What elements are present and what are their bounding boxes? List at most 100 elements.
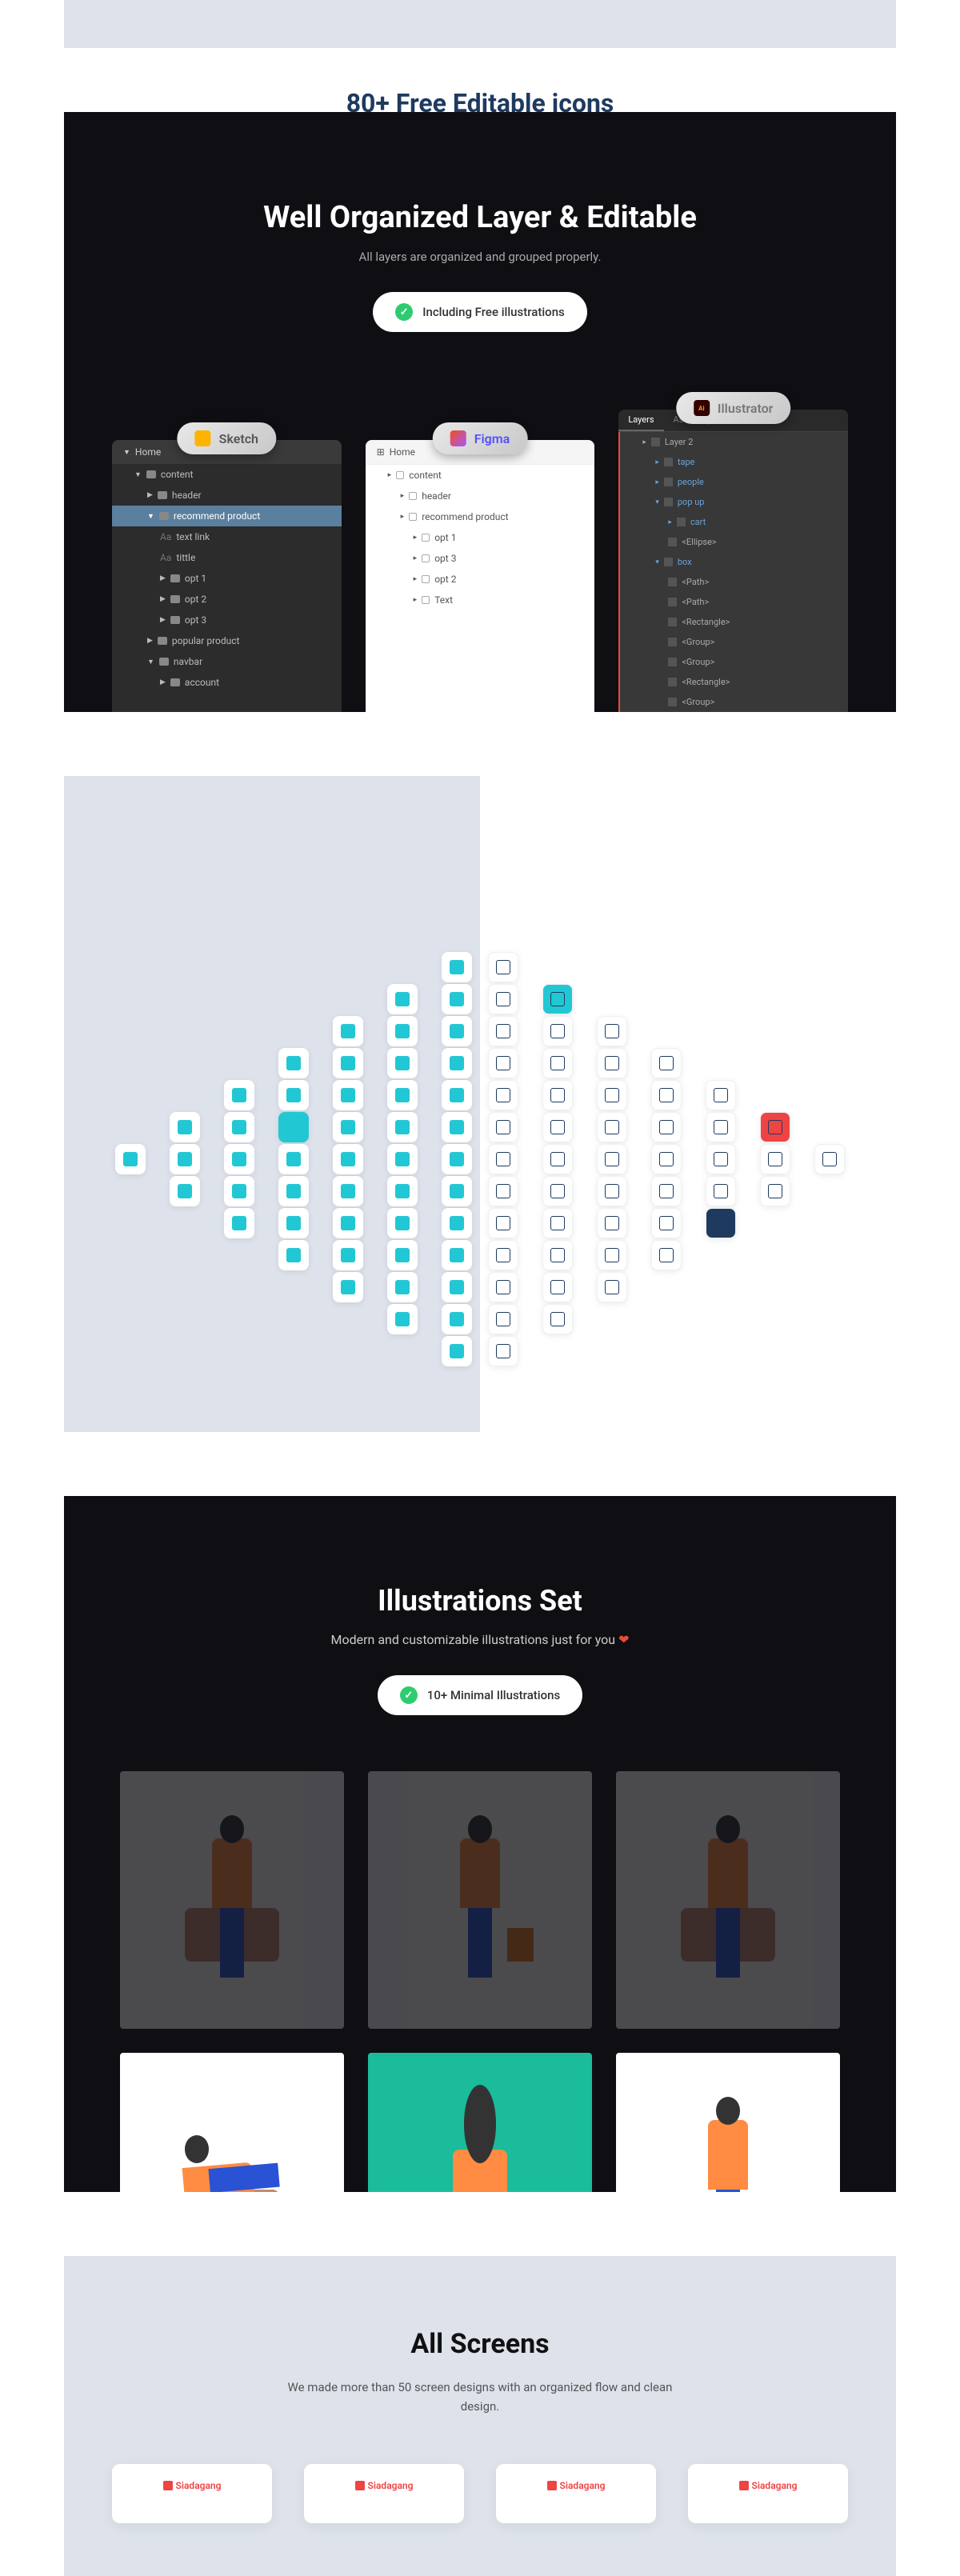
tree-item[interactable]: ▼navbar bbox=[112, 651, 342, 672]
cyan-icon bbox=[341, 1280, 355, 1294]
icon-tile bbox=[170, 1112, 200, 1142]
outline-icon bbox=[550, 1312, 565, 1326]
tree-item[interactable]: ▸people bbox=[618, 472, 848, 492]
tree-item[interactable]: ▶opt 1 bbox=[112, 568, 342, 589]
illustration-card bbox=[616, 1771, 840, 2029]
tree-item[interactable]: ▶account bbox=[112, 672, 342, 693]
tree-item[interactable]: ▸content bbox=[366, 465, 595, 486]
section-gap bbox=[0, 1432, 960, 1496]
cyan-icon bbox=[450, 992, 464, 1006]
tree-item[interactable]: <Rectangle> bbox=[618, 612, 848, 632]
outline-icon bbox=[496, 1056, 510, 1070]
outline-icon bbox=[605, 1152, 619, 1166]
icon-tile bbox=[333, 1272, 363, 1302]
cyan-icon bbox=[341, 1088, 355, 1102]
icon-tile bbox=[488, 952, 518, 982]
screen-card: Siadagang bbox=[304, 2464, 464, 2523]
tree-item[interactable]: <Path> bbox=[618, 592, 848, 612]
icon-tile bbox=[597, 1144, 627, 1174]
illustrator-label: Illustrator bbox=[718, 401, 774, 416]
tree-item[interactable]: <Group> bbox=[618, 632, 848, 652]
icon-tile bbox=[115, 1144, 146, 1174]
cyan-icon bbox=[450, 1248, 464, 1262]
outline-icon bbox=[714, 1088, 728, 1102]
tree-item[interactable]: <Group> bbox=[618, 652, 848, 672]
outline-icon bbox=[605, 1120, 619, 1134]
cyan-icon bbox=[395, 1024, 410, 1038]
illustration-card bbox=[120, 2053, 344, 2192]
icon-tile bbox=[442, 984, 472, 1014]
icon-tile bbox=[333, 1048, 363, 1078]
icons-left-panel bbox=[64, 776, 480, 1432]
icon-tile bbox=[333, 1176, 363, 1206]
icon-tile bbox=[442, 1048, 472, 1078]
icon-tile bbox=[442, 1144, 472, 1174]
tree-item[interactable]: <Ellipse> bbox=[618, 532, 848, 552]
icon-tile bbox=[706, 1144, 736, 1174]
icon-tile bbox=[442, 1208, 472, 1238]
sketch-label: Sketch bbox=[219, 431, 258, 446]
icon-tile bbox=[333, 1240, 363, 1270]
tree-item[interactable]: Aatittle bbox=[112, 547, 342, 568]
tree-item[interactable]: ▶header bbox=[112, 485, 342, 506]
icon-tile bbox=[488, 1016, 518, 1046]
cyan-icon bbox=[286, 1248, 301, 1262]
tree-item[interactable]: ▼content bbox=[112, 464, 342, 485]
outline-icon bbox=[550, 1248, 565, 1262]
tree-item[interactable]: ▸opt 1 bbox=[366, 527, 595, 548]
icon-tile bbox=[651, 1208, 682, 1238]
tree-item[interactable]: ▸opt 2 bbox=[366, 569, 595, 590]
tree-item[interactable]: ▸recommend product bbox=[366, 506, 595, 527]
tree-item[interactable]: ▶popular product bbox=[112, 630, 342, 651]
illustrations-section: Illustrations Set Modern and customizabl… bbox=[64, 1496, 896, 2192]
section-title: Well Organized Layer & Editable bbox=[64, 200, 896, 235]
icon-tile bbox=[488, 1144, 518, 1174]
outline-icon bbox=[822, 1152, 837, 1166]
icon-tile bbox=[488, 1176, 518, 1206]
cyan-icon bbox=[341, 1184, 355, 1198]
tree-item[interactable]: <Group> bbox=[618, 692, 848, 712]
tree-item[interactable]: ▾box bbox=[618, 552, 848, 572]
icon-tile bbox=[488, 1336, 518, 1366]
tree-item[interactable]: ▶opt 3 bbox=[112, 610, 342, 630]
tree-item[interactable]: ▸Text bbox=[366, 590, 595, 610]
outline-icon bbox=[605, 1056, 619, 1070]
outline-icon bbox=[496, 1152, 510, 1166]
brand-icon bbox=[163, 2481, 173, 2490]
tab-layers[interactable]: Layers bbox=[618, 410, 663, 431]
tree-item[interactable]: ▶opt 2 bbox=[112, 589, 342, 610]
tree-item[interactable]: ▸header bbox=[366, 486, 595, 506]
sketch-icon bbox=[195, 430, 211, 446]
tree-item[interactable]: <Rectangle> bbox=[618, 672, 848, 692]
pill-label: Including Free illustrations bbox=[422, 305, 565, 319]
outline-icon bbox=[496, 1120, 510, 1134]
section-subtitle: All layers are organized and grouped pro… bbox=[64, 250, 896, 264]
cyan-icon bbox=[450, 1280, 464, 1294]
feature-pill: ✓ 10+ Minimal Illustrations bbox=[378, 1675, 582, 1715]
sketch-panel-container: Sketch ▼Home ▼content ▶header ▼recommend… bbox=[112, 440, 342, 712]
outline-icon bbox=[496, 1248, 510, 1262]
tree-item[interactable]: ▸opt 3 bbox=[366, 548, 595, 569]
screen-card: Siadagang bbox=[496, 2464, 656, 2523]
tree-item[interactable]: ▸Layer 2 bbox=[618, 432, 848, 452]
tree-item[interactable]: ▸cart bbox=[618, 512, 848, 532]
all-screens-section: All Screens We made more than 50 screen … bbox=[64, 2256, 896, 2576]
outline-icon bbox=[605, 1216, 619, 1230]
outline-icon bbox=[496, 1216, 510, 1230]
tree-item[interactable]: <Path> bbox=[618, 572, 848, 592]
cyan-icon bbox=[395, 1280, 410, 1294]
tree-item-active[interactable]: ▼recommend product bbox=[112, 506, 342, 526]
icon-tile bbox=[597, 1208, 627, 1238]
icon-tile bbox=[542, 1048, 573, 1078]
tree-item[interactable]: ▾pop up bbox=[618, 492, 848, 512]
tree-item[interactable]: Aatext link bbox=[112, 526, 342, 547]
outline-icon bbox=[659, 1120, 674, 1134]
outline-icon bbox=[550, 1184, 565, 1198]
icon-tile bbox=[760, 1112, 790, 1142]
tree-item[interactable]: ▸tape bbox=[618, 452, 848, 472]
cyan-icon bbox=[395, 1056, 410, 1070]
section-gap bbox=[0, 712, 960, 776]
outline-icon bbox=[605, 1184, 619, 1198]
heart-icon: ❤ bbox=[618, 1632, 629, 1647]
outline-icon bbox=[496, 1184, 510, 1198]
